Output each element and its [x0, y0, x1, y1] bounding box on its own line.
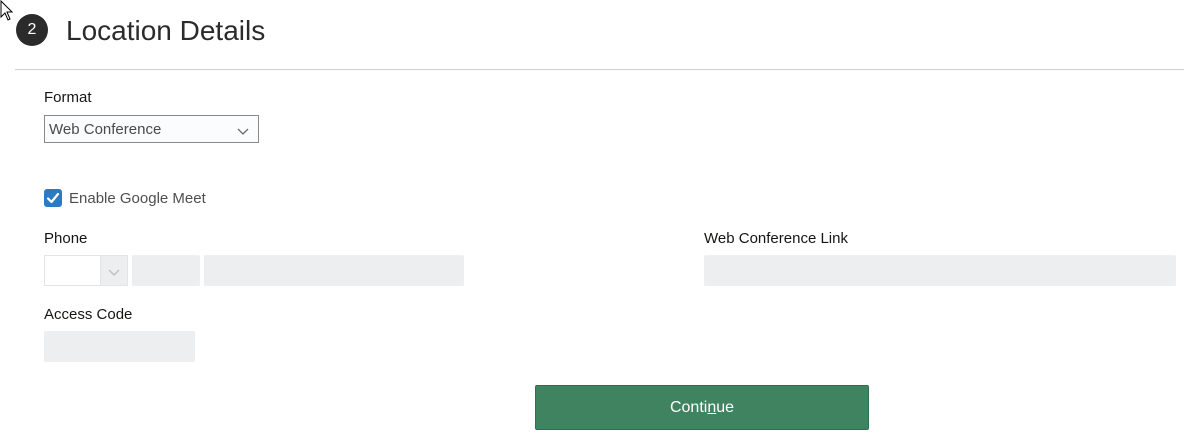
section-title: Location Details	[66, 15, 266, 46]
enable-google-meet-checkbox[interactable]	[44, 189, 62, 207]
continue-label-prefix: Conti	[669, 399, 708, 416]
phone-area-code-input[interactable]	[132, 255, 200, 286]
step-number-badge: 2	[16, 14, 48, 46]
chevron-down-icon	[237, 124, 249, 136]
continue-label-mnemonic: n	[707, 399, 717, 416]
phone-country-code-select[interactable]	[44, 255, 128, 286]
web-conference-link-label: Web Conference Link	[704, 230, 848, 247]
phone-number-input[interactable]	[204, 255, 464, 286]
access-code-label: Access Code	[44, 306, 133, 323]
format-selected-value: Web Conference	[49, 121, 162, 138]
continue-button[interactable]: Continue	[535, 385, 869, 430]
format-select[interactable]: Web Conference	[44, 115, 259, 143]
phone-label: Phone	[44, 230, 88, 247]
header-divider	[15, 69, 1184, 70]
web-conference-link-input[interactable]	[704, 255, 1176, 286]
continue-label-suffix: ue	[716, 399, 735, 416]
access-code-input[interactable]	[44, 331, 195, 362]
enable-google-meet-label: Enable Google Meet	[69, 190, 206, 207]
checkmark-icon	[46, 192, 60, 204]
format-label: Format	[44, 89, 92, 106]
mouse-pointer-icon	[0, 0, 14, 22]
chevron-down-icon	[108, 265, 120, 277]
